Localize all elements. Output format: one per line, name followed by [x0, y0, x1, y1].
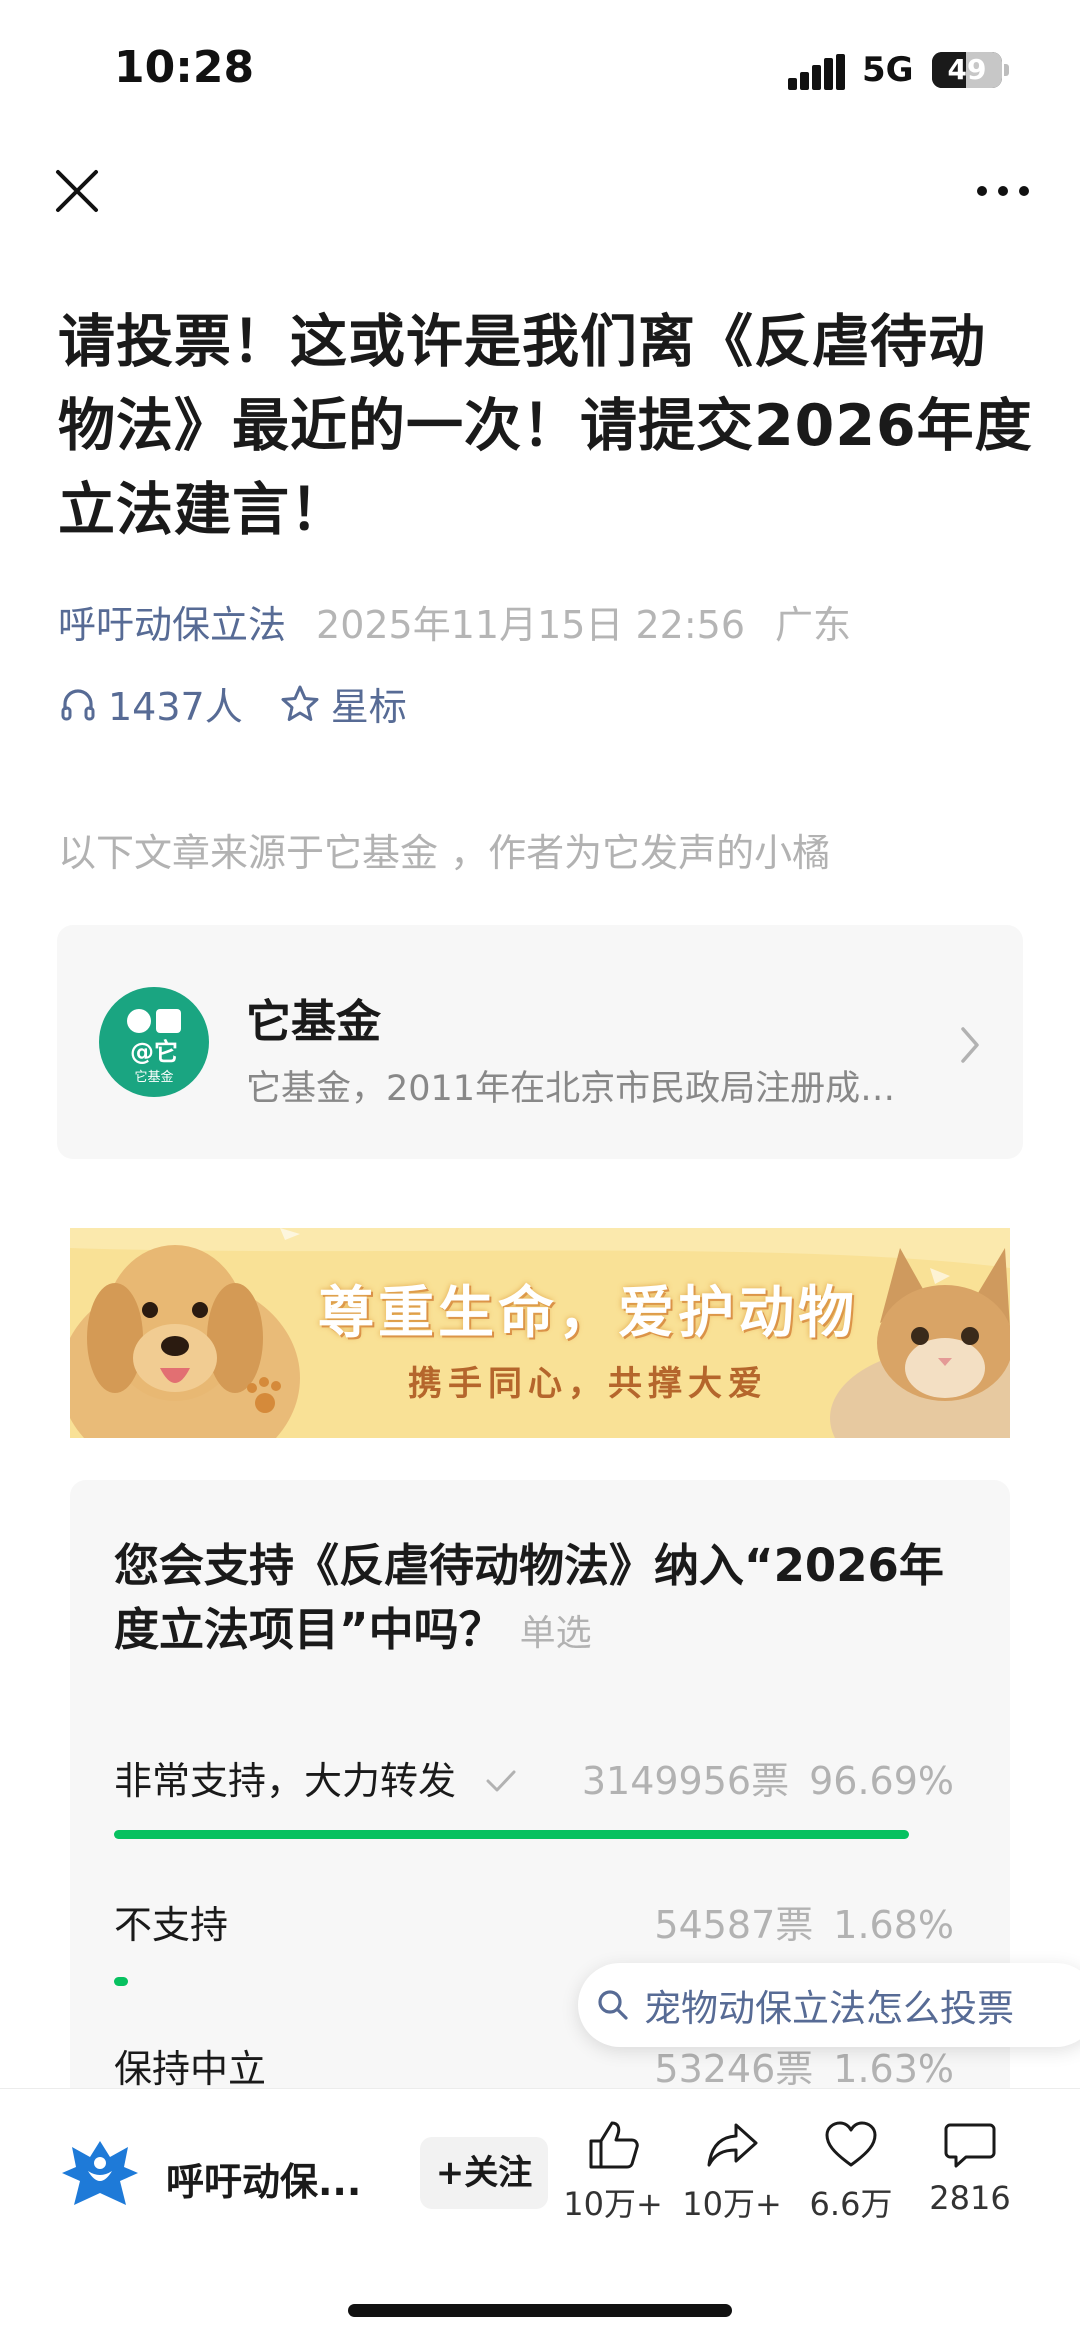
poll-option-percent: 96.69% — [809, 1759, 954, 1803]
search-icon — [598, 1990, 628, 2020]
account-name[interactable]: 呼吁动保... — [166, 2151, 361, 2206]
headphones-icon — [61, 688, 95, 720]
banner-image: 尊重生命，爱护动物 携手同心，共撑大爱 — [70, 1228, 1010, 1438]
signal-icon — [788, 54, 846, 90]
account-avatar[interactable] — [58, 2133, 142, 2217]
battery-level: 49 — [947, 53, 987, 86]
star-icon[interactable] — [279, 683, 321, 725]
poll-option-percent: 1.63% — [833, 2047, 954, 2091]
account-link[interactable]: 呼吁动保立法 — [58, 603, 286, 647]
poll-option-percent: 1.68% — [833, 1903, 954, 1947]
poll-question: 您会支持《反虐待动物法》纳入“2026年度立法项目”中吗？ 单选 — [114, 1534, 984, 1666]
thumbs-up-icon — [589, 2121, 639, 2169]
banner-subtitle: 携手同心，共撑大爱 — [408, 1364, 768, 1404]
poll-option-label: 非常支持，大力转发 — [114, 1759, 457, 1803]
source-account-card[interactable]: @它 它基金 它基金 它基金，2011年在北京市民政局注册成立的公募基金会 — [57, 925, 1023, 1159]
favorite-count: 6.6万 — [809, 2185, 893, 2223]
like-count: 10万+ — [563, 2185, 663, 2223]
comment-button[interactable]: 2816 — [910, 2119, 1030, 2217]
poll-bar-1 — [114, 1830, 909, 1839]
article-title: 请投票！这或许是我们离《反虐待动物法》最近的一次！请提交2026年度立法建言！ — [58, 309, 1033, 543]
poll-option-votes: 54587票 — [654, 1903, 814, 1947]
home-indicator[interactable] — [348, 2304, 732, 2317]
comment-icon — [944, 2123, 996, 2168]
chevron-right-icon — [961, 1027, 979, 1063]
status-time: 10:28 — [114, 42, 255, 93]
source-logo: @它 它基金 — [99, 987, 209, 1097]
poll-type-tag: 单选 — [519, 1613, 592, 1654]
heart-icon — [825, 2121, 877, 2167]
favorite-button[interactable]: 6.6万 — [791, 2119, 911, 2225]
poll-option-votes: 53246票 — [654, 2047, 814, 2091]
share-count: 10万+ — [682, 2185, 782, 2223]
logo-text-name: 它基金 — [134, 1069, 173, 1085]
source-note: 以下文章来源于它基金 ，作者为它发声的小橘 — [58, 831, 831, 875]
article-meta: 呼吁动保立法 2025年11月15日 22:56 广东 — [58, 594, 851, 649]
source-name: 它基金 — [246, 995, 382, 1048]
battery-icon: 49 — [932, 52, 1002, 88]
search-suggestion-text: 宠物动保立法怎么投票 — [644, 1987, 1014, 2030]
bottom-bar: 呼吁动保... +关注 10万+ 10万+ 6.6万 2816 — [0, 2088, 1080, 2338]
check-icon — [486, 1770, 516, 1792]
poll-option-2[interactable]: 不支持 54587票 1.68% — [114, 1894, 954, 1949]
source-description: 它基金，2011年在北京市民政局注册成立的公募基金会 — [246, 1069, 906, 1109]
poll-bar-2 — [114, 1977, 128, 1986]
comment-count: 2816 — [929, 2179, 1011, 2217]
network-type: 5G — [862, 50, 914, 90]
listen-count[interactable]: 1437人 — [108, 676, 243, 731]
poll-option-1[interactable]: 非常支持，大力转发 3149956票 96.69% — [114, 1750, 954, 1805]
search-suggestion[interactable]: 宠物动保立法怎么投票 — [578, 1963, 1080, 2047]
poll-option-votes: 3149956票 — [581, 1759, 790, 1803]
publish-datetime: 2025年11月15日 22:56 — [316, 603, 746, 647]
share-arrow-icon — [707, 2123, 758, 2167]
poll-option-label: 不支持 — [114, 1903, 229, 1947]
logo-text-at: @它 — [130, 1038, 178, 1066]
article-stats: 1437人 星标 — [58, 676, 407, 731]
like-button[interactable]: 10万+ — [553, 2119, 673, 2225]
battery-tip — [1004, 64, 1009, 76]
star-label[interactable]: 星标 — [331, 676, 407, 731]
poll-option-label: 保持中立 — [114, 2047, 267, 2091]
more-icon[interactable] — [976, 176, 1030, 206]
share-button[interactable]: 10万+ — [672, 2119, 792, 2225]
publish-location: 广东 — [775, 603, 852, 647]
close-icon[interactable] — [54, 168, 100, 214]
follow-button[interactable]: +关注 — [420, 2137, 548, 2209]
banner-slogan: 尊重生命，爱护动物 — [318, 1281, 858, 1346]
